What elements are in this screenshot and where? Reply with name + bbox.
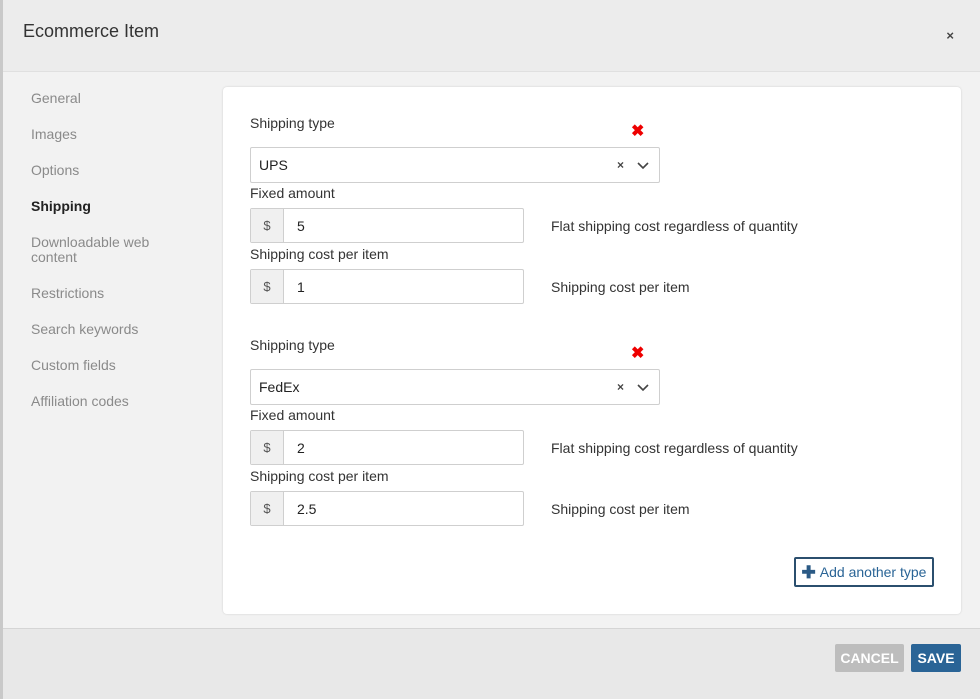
per-item-input[interactable] (284, 492, 523, 525)
shipping-panel: Shipping type ✖ UPS × Fixed amount $ Fla… (223, 87, 961, 614)
per-item-group: $ (250, 491, 524, 526)
fixed-amount-label: Fixed amount (250, 407, 335, 423)
shipping-type-label: Shipping type (250, 337, 335, 353)
fixed-amount-help: Flat shipping cost regardless of quantit… (551, 218, 798, 234)
ecommerce-item-modal: Ecommerce Item × General Images Options … (3, 0, 980, 699)
sidebar-item-general[interactable]: General (31, 91, 191, 106)
chevron-down-icon[interactable] (637, 381, 649, 393)
currency-addon: $ (251, 270, 284, 303)
sidebar-item-shipping[interactable]: Shipping (31, 199, 191, 214)
per-item-label: Shipping cost per item (250, 246, 389, 262)
currency-addon: $ (251, 209, 284, 242)
save-button[interactable]: SAVE (911, 644, 961, 672)
fixed-amount-input[interactable] (284, 209, 523, 242)
sidebar-item-options[interactable]: Options (31, 163, 191, 178)
sidebar-nav: General Images Options Shipping Download… (3, 72, 222, 628)
per-item-input[interactable] (284, 270, 523, 303)
add-another-type-label: Add another type (819, 564, 927, 580)
shipping-type-select[interactable]: FedEx × (250, 369, 660, 405)
per-item-label: Shipping cost per item (250, 468, 389, 484)
fixed-amount-group: $ (250, 208, 524, 243)
cancel-button[interactable]: CANCEL (835, 644, 904, 672)
shipping-type-value: UPS (259, 157, 288, 173)
fixed-amount-input[interactable] (284, 431, 523, 464)
currency-addon: $ (251, 492, 284, 525)
clear-icon[interactable]: × (617, 158, 624, 172)
fixed-amount-group: $ (250, 430, 524, 465)
chevron-down-icon[interactable] (637, 159, 649, 171)
remove-type-icon[interactable]: ✖ (631, 343, 644, 363)
per-item-group: $ (250, 269, 524, 304)
sidebar-item-affiliation-codes[interactable]: Affiliation codes (31, 394, 191, 409)
remove-type-icon[interactable]: ✖ (631, 121, 644, 141)
sidebar-item-restrictions[interactable]: Restrictions (31, 286, 191, 301)
modal-title: Ecommerce Item (23, 21, 160, 41)
shipping-type-value: FedEx (259, 379, 300, 395)
currency-addon: $ (251, 431, 284, 464)
close-icon[interactable]: × (946, 28, 954, 43)
sidebar-item-search-keywords[interactable]: Search keywords (31, 322, 191, 337)
shipping-type-select[interactable]: UPS × (250, 147, 660, 183)
fixed-amount-help: Flat shipping cost regardless of quantit… (551, 440, 798, 456)
modal-header: Ecommerce Item × (3, 0, 980, 72)
shipping-type-label: Shipping type (250, 115, 335, 131)
per-item-help: Shipping cost per item (551, 279, 690, 295)
clear-icon[interactable]: × (617, 380, 624, 394)
per-item-help: Shipping cost per item (551, 501, 690, 517)
sidebar-item-custom-fields[interactable]: Custom fields (31, 358, 191, 373)
sidebar-item-images[interactable]: Images (31, 127, 191, 142)
sidebar-item-downloadable-web-content[interactable]: Downloadable web content (31, 235, 191, 265)
modal-footer: CANCEL SAVE (3, 628, 980, 699)
fixed-amount-label: Fixed amount (250, 185, 335, 201)
plus-icon: ✚ (801, 562, 816, 582)
add-another-type-button[interactable]: ✚ Add another type (794, 557, 934, 587)
